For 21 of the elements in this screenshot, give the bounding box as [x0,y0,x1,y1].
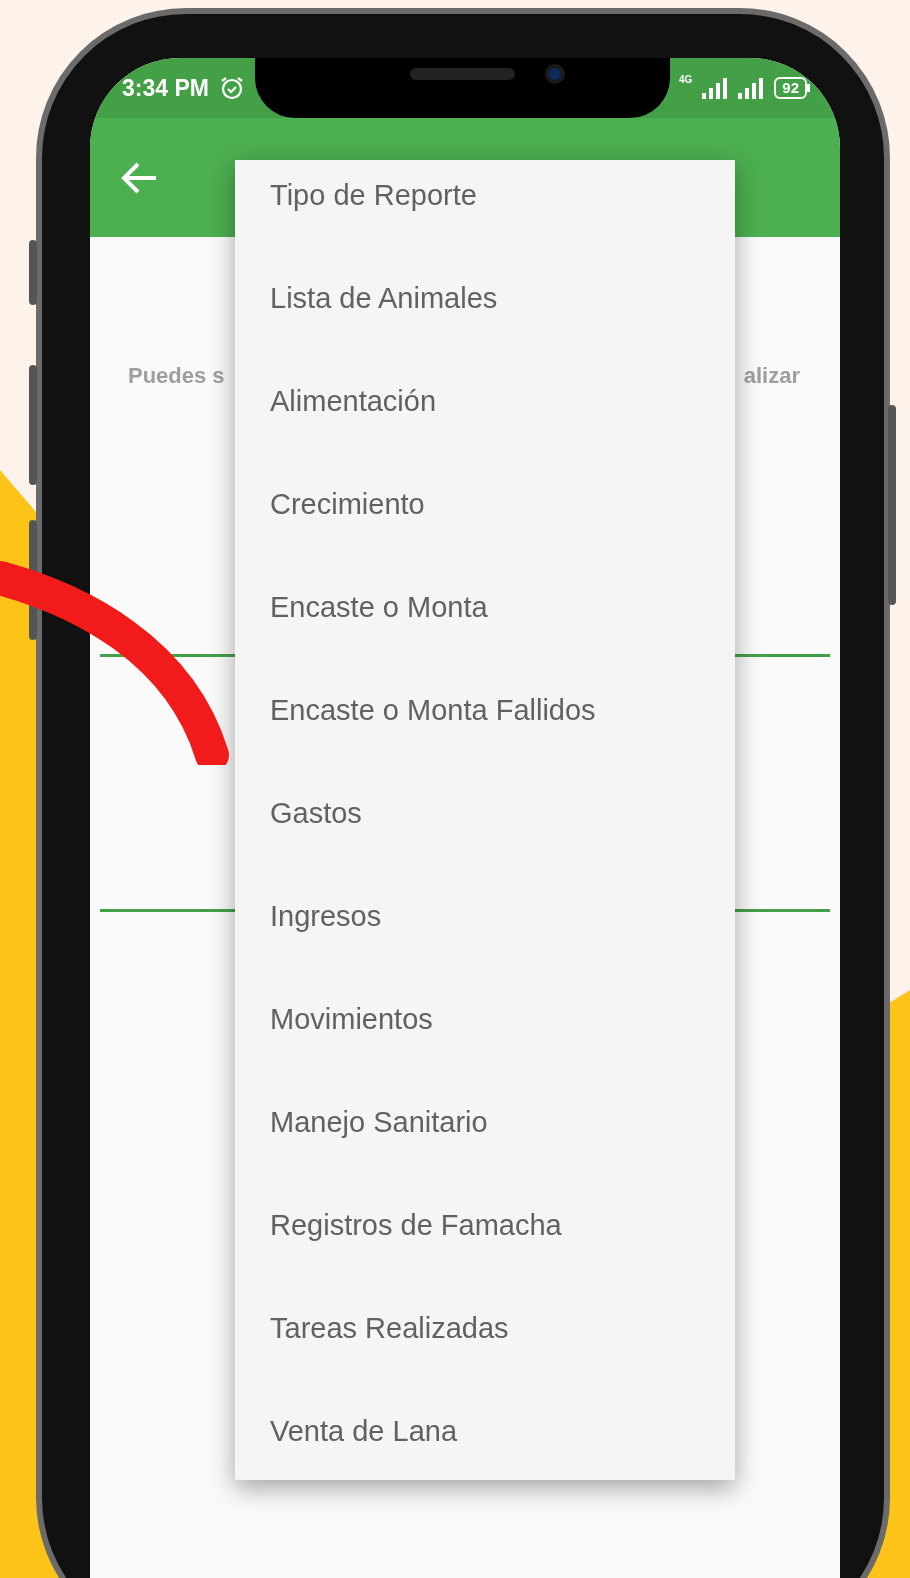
battery-indicator: 92 [774,77,810,99]
menu-item[interactable]: Crecimiento [270,486,425,589]
back-arrow-icon[interactable] [120,160,158,195]
description-text: alizar [743,362,800,390]
menu-item[interactable]: Tareas Realizadas [270,1310,509,1413]
menu-item[interactable]: Venta de Lana [270,1413,458,1480]
menu-item[interactable]: Encaste o Monta Fallidos [270,692,596,795]
network-label: 4G [678,73,693,87]
menu-item[interactable]: Tipo de Reporte [270,177,477,280]
menu-item[interactable]: Registros de Famacha [270,1207,562,1310]
menu-item[interactable]: Encaste o Monta [270,589,488,692]
menu-item[interactable]: Lista de Animales [270,280,498,383]
menu-item[interactable]: Manejo Sanitario [270,1104,488,1207]
menu-item[interactable]: Gastos [270,795,362,898]
description-text: Puedes s [128,362,225,390]
menu-item[interactable]: Alimentación [270,383,437,486]
menu-item[interactable]: Movimientos [270,1001,433,1104]
signal-icon [702,77,729,99]
status-time: 3:34 PM [122,73,209,103]
menu-item[interactable]: Ingresos [270,898,382,1001]
signal-icon [738,77,765,99]
